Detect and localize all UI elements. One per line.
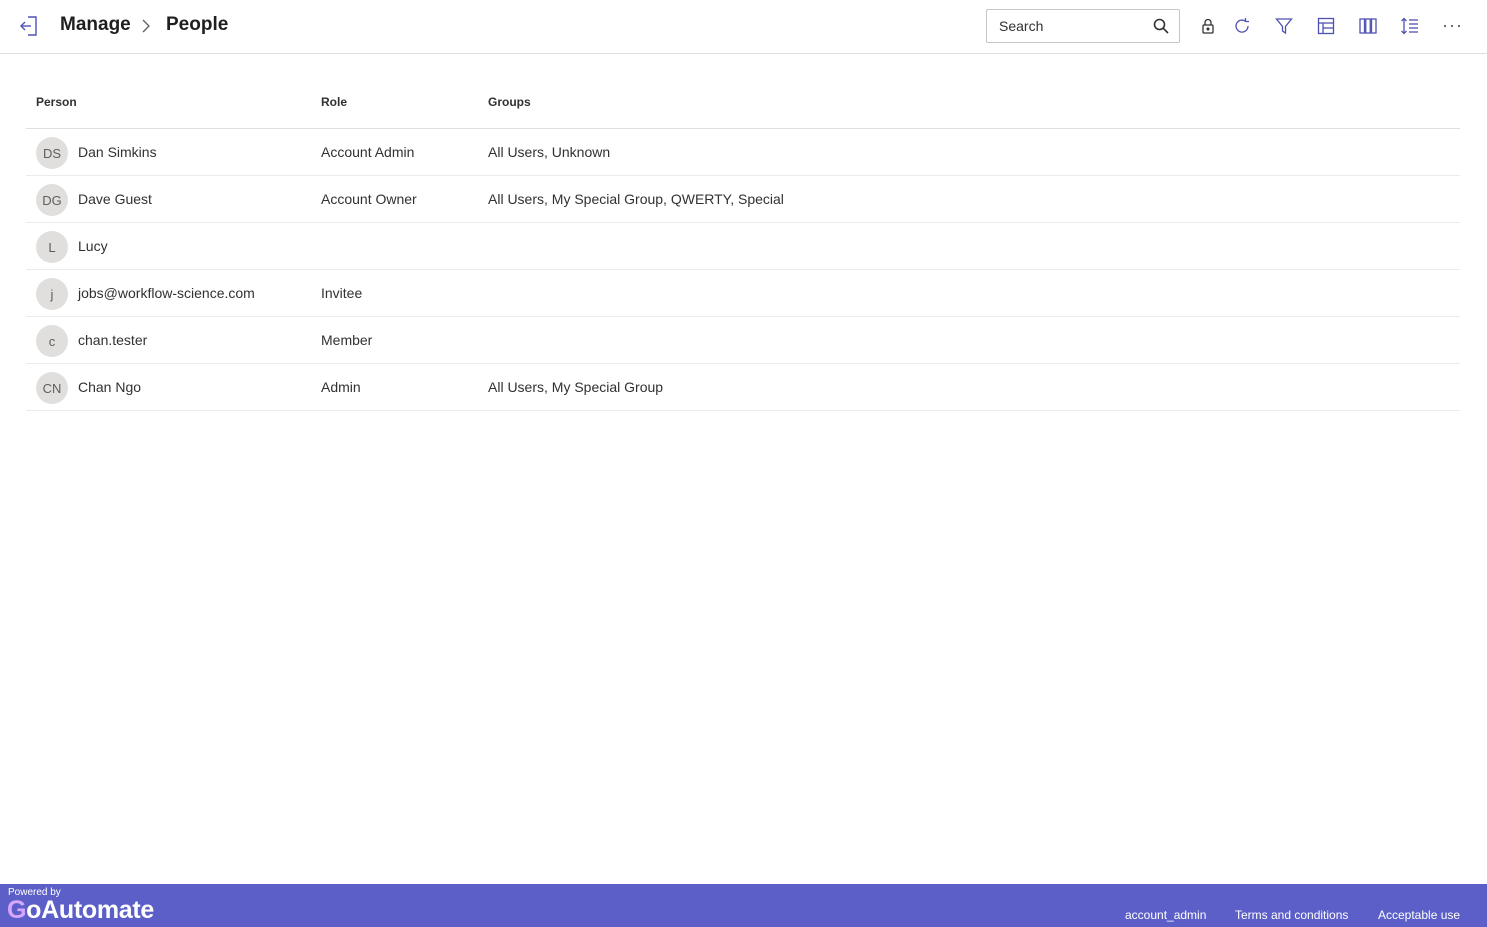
avatar: j xyxy=(36,278,68,310)
search-input[interactable] xyxy=(987,10,1147,42)
goautomate-logo: GoAutomate xyxy=(7,896,154,925)
acceptable-use-link[interactable]: Acceptable use xyxy=(1378,908,1460,922)
avatar: CN xyxy=(36,372,68,404)
table-row[interactable]: c chan.tester Member xyxy=(26,317,1460,364)
people-table: Person Role Groups DS Dan Simkins Accoun… xyxy=(26,78,1460,411)
table-row[interactable]: L Lucy xyxy=(26,223,1460,270)
person-name: jobs@workflow-science.com xyxy=(78,285,255,301)
person-name: Dan Simkins xyxy=(78,144,157,160)
person-role: Member xyxy=(321,332,373,348)
person-name: Chan Ngo xyxy=(78,379,142,395)
avatar: L xyxy=(36,231,68,263)
account-admin-link[interactable]: account_admin xyxy=(1125,908,1206,922)
column-header-person[interactable]: Person xyxy=(36,95,77,109)
avatar: c xyxy=(36,325,68,357)
person-groups: All Users, Unknown xyxy=(488,144,611,160)
avatar: DG xyxy=(36,184,68,216)
table-row[interactable]: j jobs@workflow-science.com Invitee xyxy=(26,270,1460,317)
logo-text: oAutomate xyxy=(26,896,155,924)
person-groups: All Users, My Special Group xyxy=(488,379,664,395)
table-row[interactable]: DG Dave Guest Account Owner All Users, M… xyxy=(26,176,1460,223)
person-role: Admin xyxy=(321,379,361,395)
columns-icon[interactable] xyxy=(1356,14,1380,38)
person-name: Dave Guest xyxy=(78,191,152,207)
person-name: Lucy xyxy=(78,238,108,254)
page-title: People xyxy=(166,14,229,35)
avatar: DS xyxy=(36,137,68,169)
person-name: chan.tester xyxy=(78,332,148,348)
group-by-icon[interactable] xyxy=(1314,14,1338,38)
person-role: Account Admin xyxy=(321,144,415,160)
person-groups: All Users, My Special Group, QWERTY, Spe… xyxy=(488,191,784,207)
table-row[interactable]: DS Dan Simkins Account Admin All Users, … xyxy=(26,129,1460,176)
logo-letter: G xyxy=(7,896,27,924)
person-role: Invitee xyxy=(321,285,363,301)
terms-link[interactable]: Terms and conditions xyxy=(1235,908,1348,922)
search-box xyxy=(986,9,1180,43)
breadcrumb-manage[interactable]: Manage xyxy=(60,14,131,36)
column-header-groups[interactable]: Groups xyxy=(488,95,531,109)
table-header: Person Role Groups xyxy=(26,78,1460,129)
top-bar: Manage People xyxy=(0,0,1487,54)
lock-icon[interactable] xyxy=(1196,14,1220,38)
column-header-role[interactable]: Role xyxy=(321,95,347,109)
more-options-icon[interactable] xyxy=(1440,14,1464,38)
chevron-right-icon xyxy=(139,17,153,35)
exit-icon[interactable] xyxy=(16,13,42,39)
footer: Powered by GoAutomate account_admin Term… xyxy=(0,884,1487,927)
person-role: Account Owner xyxy=(321,191,417,207)
table-row[interactable]: CN Chan Ngo Admin All Users, My Special … xyxy=(26,364,1460,411)
refresh-icon[interactable] xyxy=(1230,14,1254,38)
row-height-icon[interactable] xyxy=(1398,14,1422,38)
search-icon[interactable] xyxy=(1153,18,1169,34)
filter-icon[interactable] xyxy=(1272,14,1296,38)
